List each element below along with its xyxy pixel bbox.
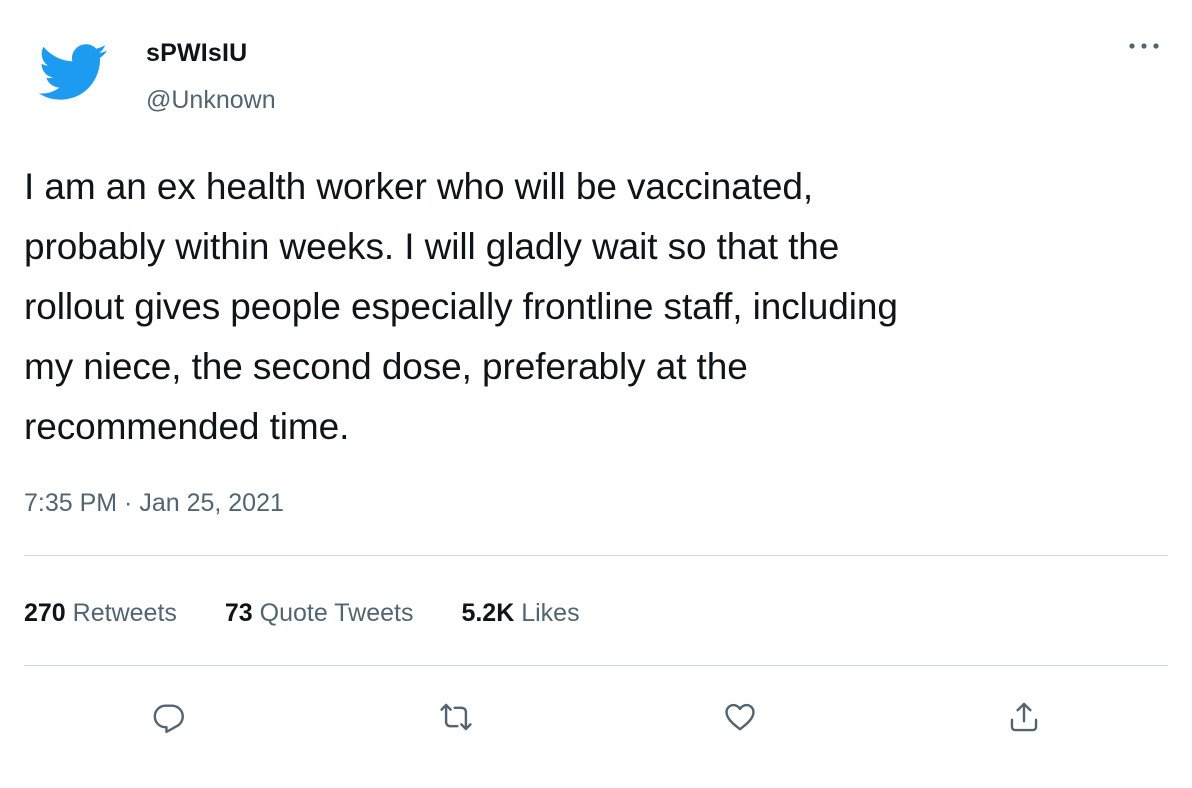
- likes-count: 5.2K: [461, 599, 515, 627]
- tweet-author: sPWIsIU @Unknown: [146, 38, 276, 115]
- share-icon: [1010, 702, 1038, 732]
- tweet-text-line: rollout gives people especially frontlin…: [24, 286, 898, 327]
- retweets-stat[interactable]: 270 Retweets: [24, 598, 177, 628]
- tweet-stats: 270 Retweets 73 Quote Tweets 5.2K Likes: [24, 598, 580, 628]
- tweet-text-line: I am an ex health worker who will be vac…: [24, 166, 814, 207]
- retweets-count: 270: [24, 599, 66, 627]
- tweet-actions: [0, 692, 1192, 742]
- like-button[interactable]: [715, 692, 765, 742]
- tweet-text-line: my niece, the second dose, preferably at…: [24, 346, 748, 387]
- likes-stat[interactable]: 5.2K Likes: [461, 598, 579, 628]
- quote-tweets-count: 73: [224, 599, 253, 627]
- more-options-icon[interactable]: [1124, 34, 1164, 58]
- divider: [24, 555, 1168, 556]
- reply-button[interactable]: [144, 692, 194, 742]
- likes-label: Likes: [521, 599, 580, 627]
- quote-tweets-label: Quote Tweets: [259, 599, 414, 627]
- quote-tweets-stat[interactable]: 73 Quote Tweets: [225, 598, 414, 628]
- retweet-icon: [440, 703, 472, 731]
- author-display-name[interactable]: sPWIsIU: [146, 38, 276, 68]
- reply-icon: [153, 704, 184, 734]
- divider: [24, 665, 1168, 666]
- author-handle[interactable]: @Unknown: [146, 85, 276, 115]
- tweet-card: sPWIsIU @Unknown I am an ex health worke…: [0, 0, 1192, 788]
- retweets-label: Retweets: [72, 599, 177, 627]
- tweet-text: I am an ex health worker who will be vac…: [24, 157, 1164, 457]
- tweet-text-line: probably within weeks. I will gladly wai…: [24, 226, 840, 267]
- twitter-bird-icon[interactable]: [36, 24, 108, 120]
- share-button[interactable]: [999, 692, 1049, 742]
- heart-icon: [725, 703, 755, 731]
- tweet-timestamp[interactable]: 7:35 PM · Jan 25, 2021: [24, 488, 284, 518]
- tweet-text-line: recommended time.: [24, 406, 350, 447]
- retweet-button[interactable]: [431, 692, 481, 742]
